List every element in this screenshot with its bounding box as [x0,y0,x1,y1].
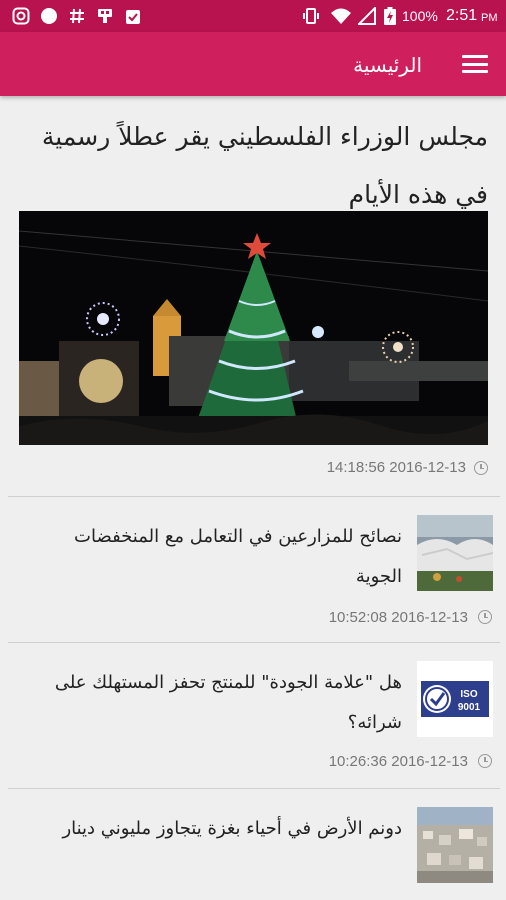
svg-text:9001: 9001 [458,702,481,713]
article-title[interactable]: هل "علامة الجودة" للمنتج تحفز المستهلك ع… [30,663,402,743]
aerial-city-photo[interactable] [417,807,493,883]
hashtag-icon [68,7,86,25]
signal-icon [358,7,376,25]
article-title[interactable]: نصائح للمزارعين في التعامل مع المنخفضات … [30,517,402,597]
clock-icon [478,610,492,624]
featured-article[interactable]: مجلس الوزراء الفلسطيني يقر عطلاً رسمية ف… [0,96,506,498]
clock-icon [478,754,492,768]
clock-icon [474,461,488,475]
app-bar: الرئيسية [0,32,506,96]
circle-notification-icon [40,7,58,25]
battery-charging-icon [384,7,396,25]
clock-time: 2:51 [446,7,478,24]
list-item[interactable]: نصائح للمزارعين في التعامل مع المنخفضات … [0,497,506,642]
app-title: الرئيسية [353,53,422,77]
article-title[interactable]: دونم الأرض في أحياء بغزة يتجاوز مليوني د… [30,809,402,849]
greenhouse-photo[interactable] [417,515,493,591]
iso-9001-logo[interactable]: ISO 9001 [417,661,493,737]
list-item[interactable]: دونم الأرض في أحياء بغزة يتجاوز مليوني د… [0,789,506,900]
article-timestamp: 10:26:36 2016-12-13 [328,753,468,770]
article-timestamp: 10:52:08 2016-12-13 [328,609,468,626]
featured-article-timestamp: 14:18:56 2016-12-13 [326,459,466,476]
clock-ampm: PM [481,12,498,24]
status-bar: 100% 2:51 PM [0,0,506,32]
instagram-icon [12,7,30,25]
battery-percent: 100% [402,8,438,24]
featured-article-title[interactable]: مجلس الوزراء الفلسطيني يقر عطلاً رسمية ف… [18,108,488,224]
vibrate-icon [302,7,320,25]
svg-text:ISO: ISO [460,689,477,700]
clipboard-check-icon [124,7,142,25]
wifi-icon [330,7,352,25]
app-icon [96,7,114,25]
hamburger-menu-icon[interactable] [462,52,488,76]
list-item[interactable]: ISO 9001 هل "علامة الجودة" للمنتج تحفز ا… [0,643,506,788]
christmas-tree-photo[interactable] [19,211,488,445]
